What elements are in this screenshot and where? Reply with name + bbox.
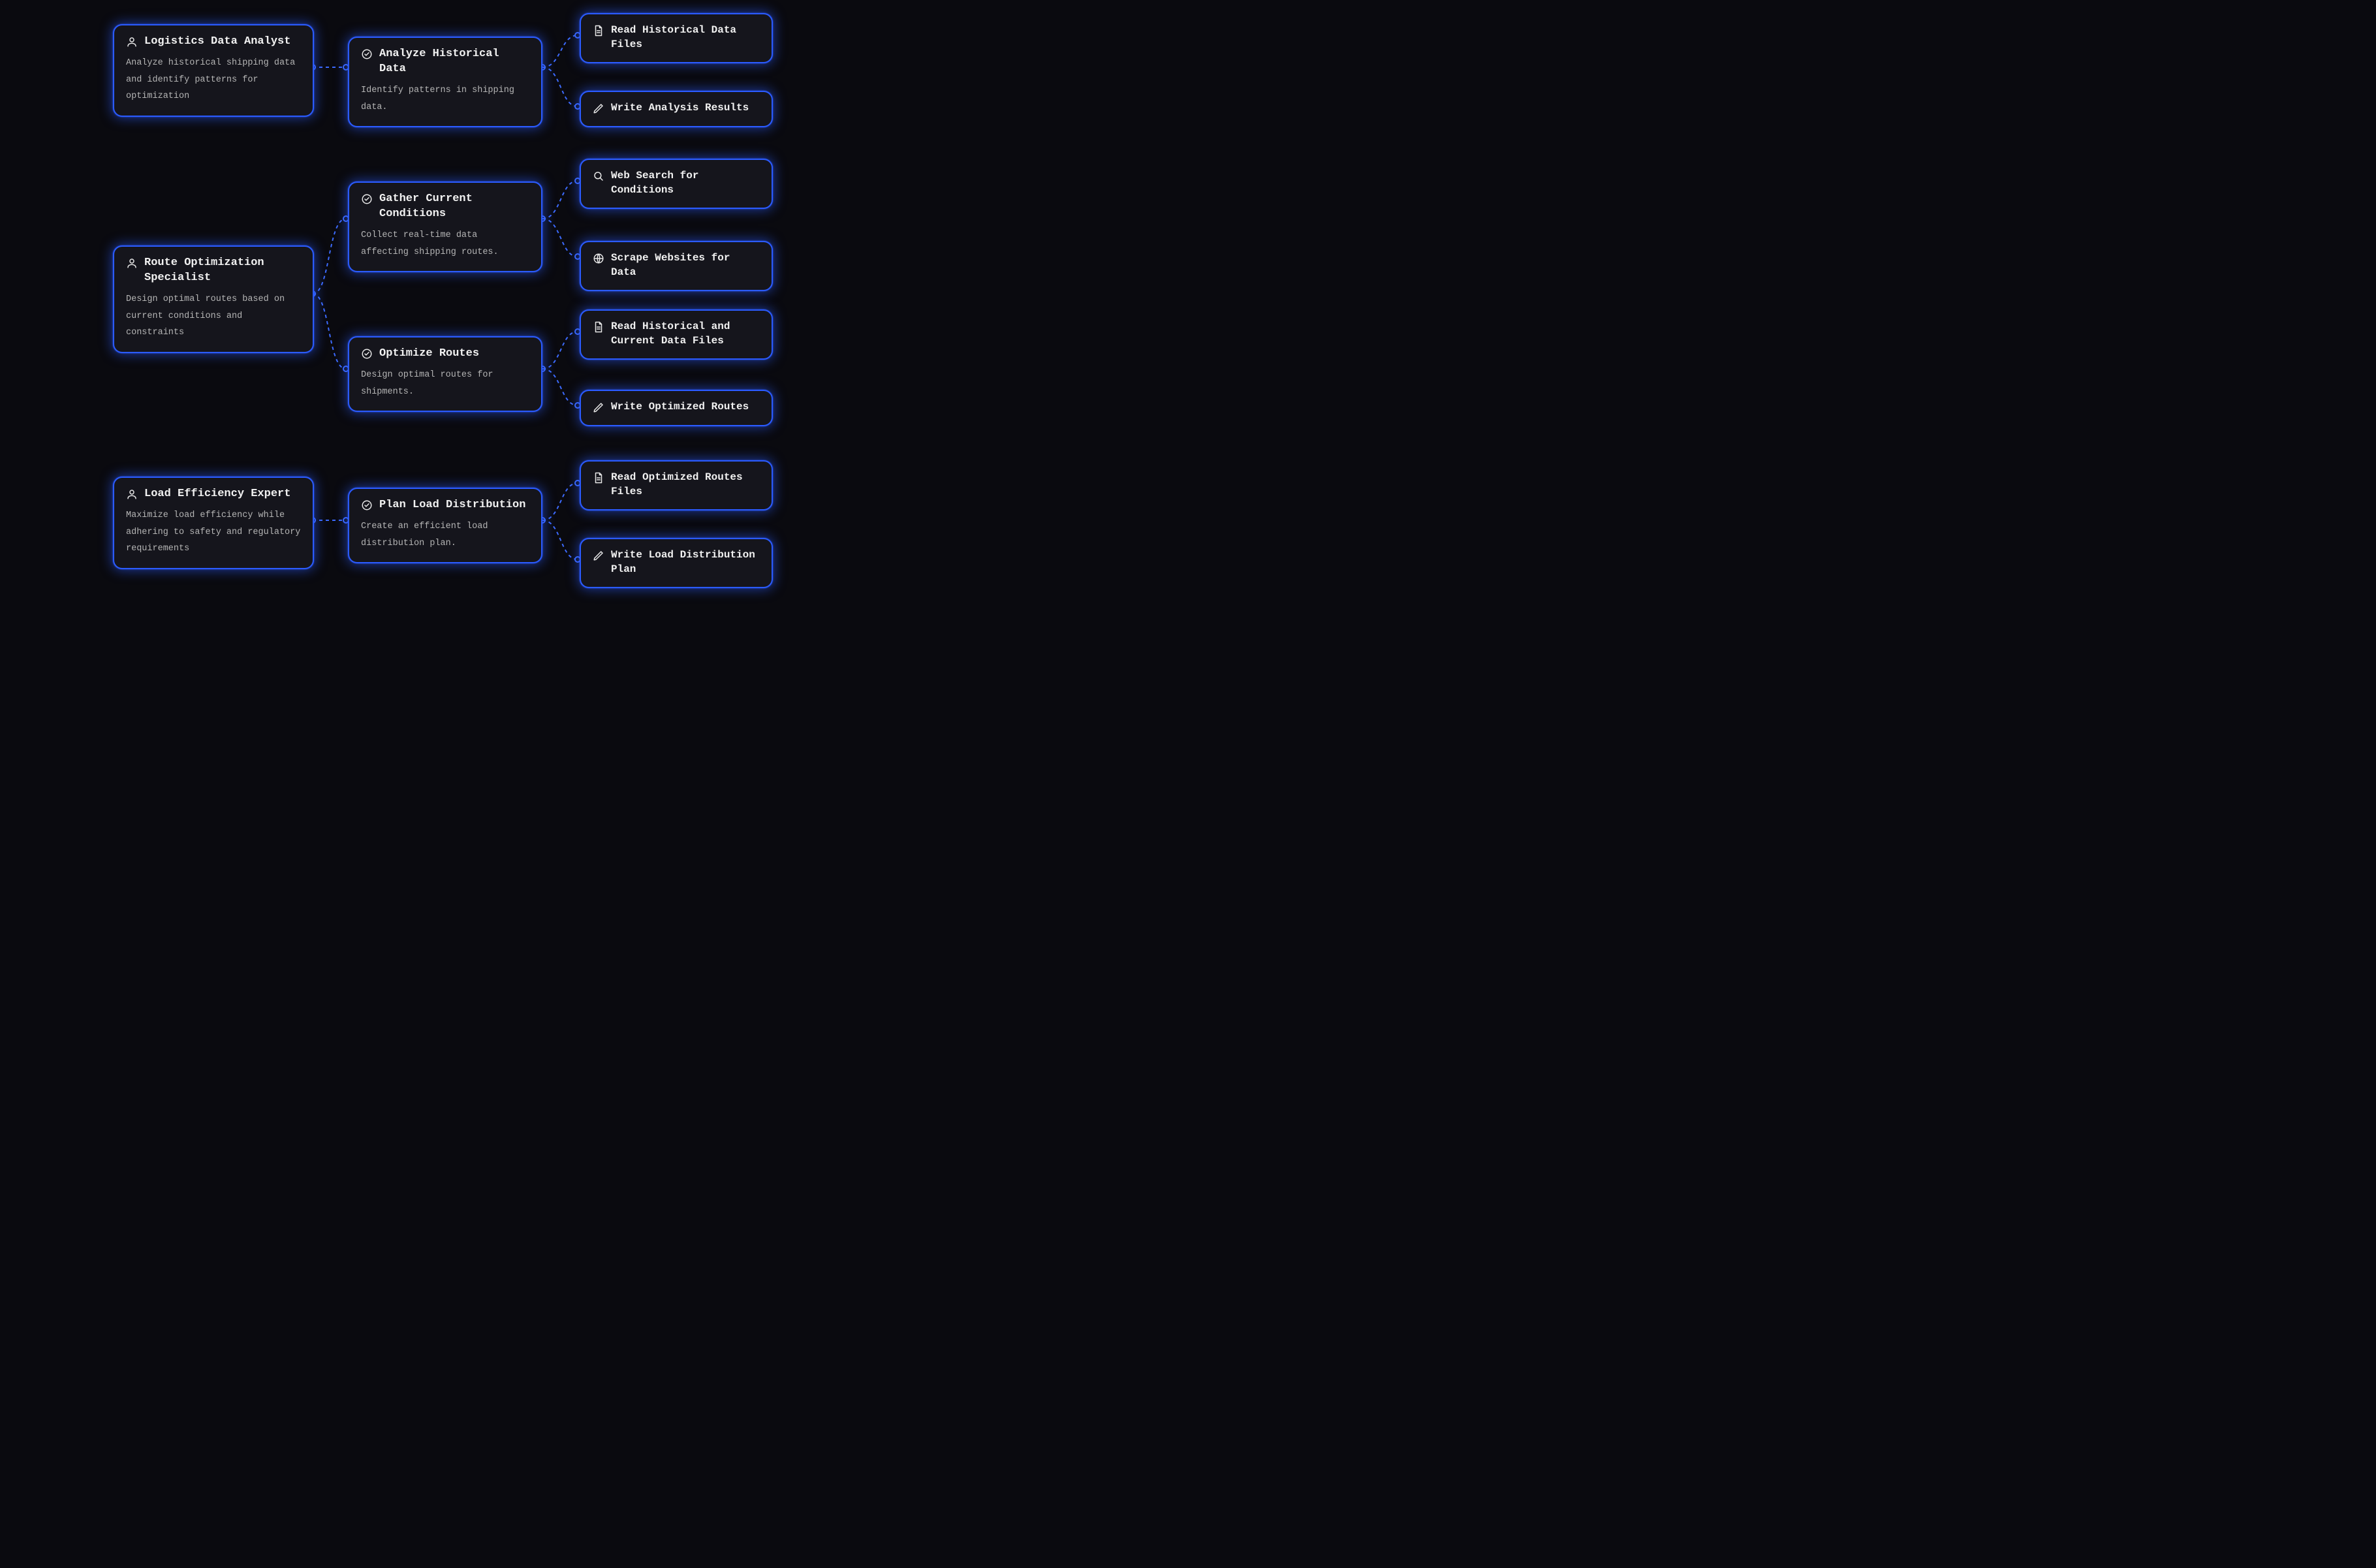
action-title: Write Load Distribution Plan — [611, 548, 760, 576]
task-node-analyze-historical-data[interactable]: Analyze Historical Data Identify pattern… — [348, 37, 542, 127]
action-node-scrape-websites-for-data[interactable]: Scrape Websites for Data — [580, 241, 773, 291]
document-icon — [593, 321, 604, 333]
task-title: Analyze Historical Data — [379, 47, 529, 77]
action-title: Write Analysis Results — [611, 101, 749, 116]
action-node-read-optimized-routes-files[interactable]: Read Optimized Routes Files — [580, 460, 773, 510]
task-desc: Design optimal routes for shipments. — [361, 367, 529, 400]
task-title: Gather Current Conditions — [379, 192, 529, 222]
agent-title: Logistics Data Analyst — [144, 35, 290, 50]
agent-title: Route Optimization Specialist — [144, 256, 301, 286]
task-node-gather-current-conditions[interactable]: Gather Current Conditions Collect real-t… — [348, 181, 542, 272]
task-node-plan-load-distribution[interactable]: Plan Load Distribution Create an efficie… — [348, 488, 542, 563]
search-icon — [593, 170, 604, 182]
agent-desc: Maximize load efficiency while adhering … — [126, 507, 301, 557]
task-desc: Identify patterns in shipping data. — [361, 82, 529, 116]
person-icon — [126, 257, 138, 269]
action-title: Scrape Websites for Data — [611, 251, 760, 279]
agent-node-logistics-data-analyst[interactable]: Logistics Data Analyst Analyze historica… — [113, 24, 314, 117]
agent-desc: Analyze historical shipping data and ide… — [126, 55, 301, 105]
document-icon — [593, 472, 604, 484]
person-icon — [126, 36, 138, 48]
pencil-icon — [593, 401, 604, 413]
action-title: Read Historical Data Files — [611, 24, 760, 52]
task-check-icon — [361, 348, 373, 360]
action-node-write-analysis-results[interactable]: Write Analysis Results — [580, 91, 773, 127]
action-node-read-historical-data-files[interactable]: Read Historical Data Files — [580, 13, 773, 63]
person-icon — [126, 488, 138, 500]
agent-title: Load Efficiency Expert — [144, 487, 290, 502]
agent-node-route-optimization-specialist[interactable]: Route Optimization Specialist Design opt… — [113, 245, 314, 353]
task-check-icon — [361, 193, 373, 205]
task-desc: Create an efficient load distribution pl… — [361, 518, 529, 552]
task-check-icon — [361, 499, 373, 511]
task-title: Plan Load Distribution — [379, 498, 525, 513]
action-node-read-historical-and-current-data-files[interactable]: Read Historical and Current Data Files — [580, 309, 773, 360]
action-node-write-optimized-routes[interactable]: Write Optimized Routes — [580, 390, 773, 426]
agent-desc: Design optimal routes based on current c… — [126, 291, 301, 341]
pencil-icon — [593, 550, 604, 561]
pencil-icon — [593, 102, 604, 114]
action-node-write-load-distribution-plan[interactable]: Write Load Distribution Plan — [580, 538, 773, 588]
document-icon — [593, 25, 604, 37]
task-check-icon — [361, 48, 373, 60]
action-title: Read Optimized Routes Files — [611, 471, 760, 499]
task-node-optimize-routes[interactable]: Optimize Routes Design optimal routes fo… — [348, 336, 542, 412]
agent-node-load-efficiency-expert[interactable]: Load Efficiency Expert Maximize load eff… — [113, 477, 314, 569]
action-title: Write Optimized Routes — [611, 400, 749, 415]
task-desc: Collect real-time data affecting shippin… — [361, 227, 529, 260]
action-title: Read Historical and Current Data Files — [611, 320, 760, 348]
action-title: Web Search for Conditions — [611, 169, 760, 197]
workflow-canvas: .conn { stroke: #3d6bff; stroke-width: 2… — [0, 0, 953, 585]
task-title: Optimize Routes — [379, 347, 479, 362]
globe-icon — [593, 253, 604, 264]
action-node-web-search-for-conditions[interactable]: Web Search for Conditions — [580, 159, 773, 209]
